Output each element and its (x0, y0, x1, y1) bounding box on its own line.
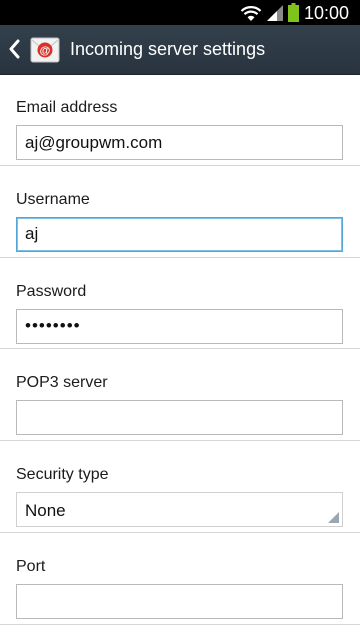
svg-text:@: @ (40, 45, 51, 57)
battery-icon (288, 3, 299, 22)
email-label: Email address (16, 99, 118, 116)
email-field[interactable] (16, 125, 343, 160)
password-section: Password (0, 258, 360, 350)
email-section: Email address (0, 74, 360, 166)
security-label: Security type (16, 466, 109, 484)
username-label: Username (16, 190, 90, 208)
wifi-icon (240, 6, 262, 21)
port-label: Port (16, 557, 46, 575)
status-time: 10:00 (304, 3, 350, 23)
security-type-select[interactable]: None (16, 492, 343, 528)
action-bar: @ Incoming server settings (0, 25, 360, 74)
signal-icon (267, 5, 283, 21)
chevron-left-icon[interactable] (8, 39, 20, 59)
email-icon[interactable]: @ (30, 36, 60, 64)
port-field[interactable] (16, 583, 343, 619)
pop3-label: POP3 server (16, 374, 108, 392)
dropdown-corner-icon (328, 512, 339, 524)
password-label: Password (16, 282, 87, 300)
username-field[interactable] (16, 216, 343, 252)
username-section: Username (0, 166, 360, 258)
pop3-section: POP3 server (0, 349, 360, 442)
pop3-server-field[interactable] (16, 400, 343, 436)
status-bar: 10:00 (0, 0, 360, 25)
security-type-value: None (25, 501, 66, 521)
server-settings-form: Email address Username Password POP3 ser… (0, 74, 360, 625)
page-title: Incoming server settings (70, 39, 266, 59)
port-section: Port (0, 533, 360, 625)
password-field[interactable] (16, 308, 343, 344)
security-section: Security type None (0, 441, 360, 533)
